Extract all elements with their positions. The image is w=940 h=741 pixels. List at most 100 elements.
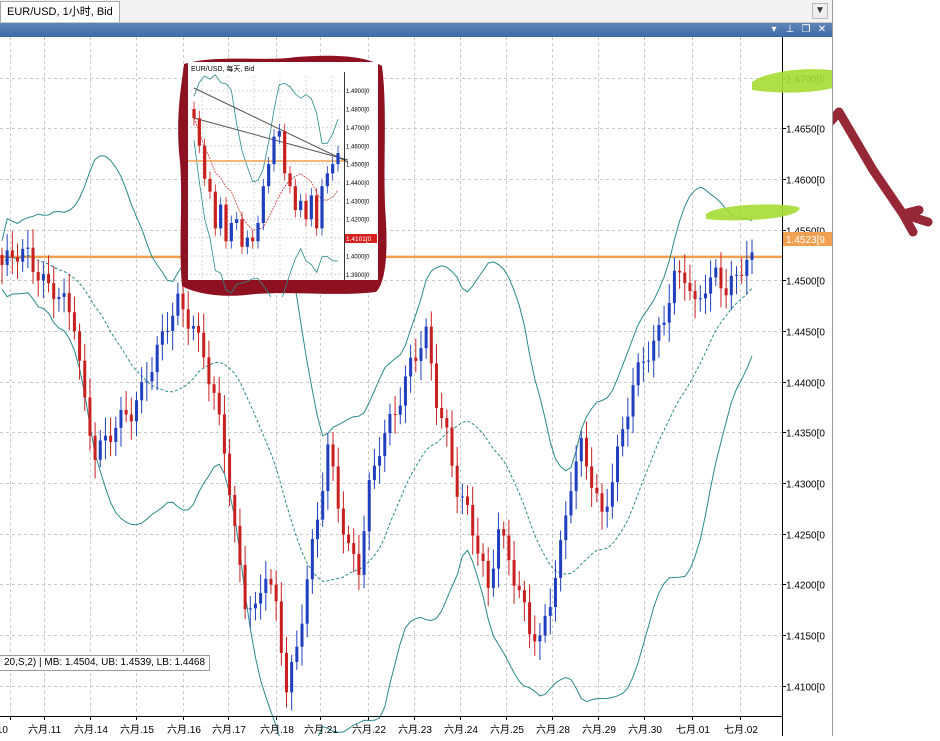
candle-body bbox=[228, 453, 232, 495]
candle-body bbox=[290, 661, 294, 693]
candle-body bbox=[497, 529, 501, 569]
inset-y-tick-label: 1.4500[0 bbox=[346, 163, 370, 169]
inset-candle-body bbox=[208, 178, 212, 192]
candle-body bbox=[186, 309, 190, 329]
inset-candle-body bbox=[197, 118, 201, 146]
candle-body bbox=[579, 437, 583, 462]
candle-body bbox=[62, 293, 66, 297]
x-tick-label: 六月.25 bbox=[490, 724, 524, 736]
dropdown-icon[interactable]: ▾ bbox=[768, 23, 780, 37]
inset-y-tick-label: 1.4300[0 bbox=[346, 199, 370, 205]
candle-body bbox=[217, 392, 221, 415]
candle-body bbox=[667, 303, 671, 323]
x-axis-ticks: .10 六月.11 六月.14 六月.15 六月.16 六月.17 六月.18 六月.21 六月… bbox=[0, 716, 782, 736]
candle-body bbox=[372, 465, 376, 481]
candle-body bbox=[403, 376, 407, 406]
inset-candle-body bbox=[299, 200, 303, 211]
candle-body bbox=[455, 465, 459, 497]
candle-body bbox=[295, 646, 299, 662]
candle-body bbox=[450, 427, 454, 466]
candle-body bbox=[750, 252, 754, 260]
x-tick-label: 六月.23 bbox=[398, 724, 432, 736]
main-chart[interactable]: 1.4700[01.4650[01.4600[01.4550[01.4500[0… bbox=[0, 0, 832, 736]
candle-body bbox=[543, 615, 547, 636]
chart-tab[interactable]: EUR/USD, 1小时, Bid bbox=[0, 1, 120, 22]
candle-body bbox=[166, 330, 170, 332]
candle-body bbox=[264, 578, 268, 593]
candle-body bbox=[678, 270, 682, 273]
candle-body bbox=[269, 578, 273, 585]
candle-body bbox=[429, 326, 433, 364]
inset-candle-body bbox=[325, 173, 329, 187]
tab-menu-icon[interactable]: ▼ bbox=[812, 3, 828, 19]
candle-body bbox=[574, 461, 578, 491]
candle-body bbox=[734, 274, 738, 276]
candle-body bbox=[533, 634, 537, 642]
candles bbox=[0, 229, 754, 711]
inset-candle-body bbox=[213, 191, 217, 229]
candle-body bbox=[621, 429, 625, 447]
chart-window: 1.4700[01.4650[01.4600[01.4550[01.4500[0… bbox=[0, 0, 940, 736]
inset-candle-body bbox=[240, 219, 244, 247]
tab-bar: EUR/USD, 1小时, Bid ▼ bbox=[0, 0, 832, 23]
candle-body bbox=[124, 409, 128, 415]
candle-body bbox=[284, 652, 288, 693]
candle-body bbox=[305, 579, 309, 624]
candle-body bbox=[88, 397, 92, 436]
daily-inset-chart: EUR/USD, 每天, Bid 1.4900[0 1.4800[0 1.4700[… bbox=[178, 55, 387, 297]
candle-body bbox=[719, 267, 723, 289]
candle-body bbox=[512, 560, 516, 586]
candle-body bbox=[636, 362, 640, 386]
y-tick-label: 1.4400[0 bbox=[786, 379, 825, 390]
candle-body bbox=[197, 326, 201, 333]
inset-y-tick-label: 1.4600[0 bbox=[346, 144, 370, 150]
candle-body bbox=[559, 540, 563, 578]
candle-body bbox=[16, 257, 20, 262]
candle-body bbox=[491, 568, 495, 588]
candle-body bbox=[129, 414, 133, 422]
candle-body bbox=[347, 534, 351, 544]
candle-body bbox=[481, 553, 485, 561]
candle-body bbox=[590, 466, 594, 488]
candle-body bbox=[357, 553, 361, 575]
x-tick-label: 六月.24 bbox=[444, 724, 478, 736]
candle-body bbox=[569, 490, 573, 516]
inset-candle-body bbox=[251, 237, 255, 242]
pin-icon[interactable]: ⊥ bbox=[784, 23, 796, 37]
candle-body bbox=[310, 539, 314, 580]
inset-price-label: 1.4101[0 bbox=[346, 236, 372, 243]
candle-body bbox=[222, 414, 226, 454]
candle-body bbox=[714, 267, 718, 278]
inset-candle-body bbox=[219, 204, 223, 229]
candle-body bbox=[83, 360, 87, 398]
candle-body bbox=[367, 480, 371, 532]
candle-body bbox=[150, 372, 154, 382]
candle-body bbox=[522, 590, 526, 603]
candle-body bbox=[160, 331, 164, 345]
candle-body bbox=[414, 357, 418, 361]
candle-body bbox=[657, 324, 661, 341]
candle-body bbox=[709, 277, 713, 294]
inset-y-tick-label: 1.4000[0 bbox=[346, 254, 370, 260]
candle-body bbox=[595, 487, 599, 494]
inset-candle-body bbox=[256, 222, 260, 242]
close-icon[interactable]: ✕ bbox=[816, 23, 828, 37]
x-tick-label: 六月.15 bbox=[120, 724, 154, 736]
x-tick-label: 六月.17 bbox=[212, 724, 246, 736]
y-tick-label: 1.4200[0 bbox=[786, 581, 825, 592]
candle-body bbox=[698, 298, 702, 300]
candle-body bbox=[67, 293, 71, 313]
candle-body bbox=[688, 283, 692, 292]
candle-body bbox=[378, 456, 382, 466]
annotation-pane bbox=[786, 0, 940, 736]
y-tick-label: 1.4300[0 bbox=[786, 480, 825, 491]
float-icon[interactable]: ❐ bbox=[800, 23, 812, 37]
candle-body bbox=[626, 416, 630, 430]
inset-y-tick-label: 1.4700[0 bbox=[346, 126, 370, 132]
x-tick-label: 六月.14 bbox=[74, 724, 108, 736]
y-tick-label: 1.4100[0 bbox=[786, 683, 825, 694]
candle-body bbox=[171, 315, 175, 331]
x-tick-label: 六月.16 bbox=[167, 724, 201, 736]
candle-body bbox=[47, 274, 51, 284]
candle-body bbox=[103, 435, 107, 441]
